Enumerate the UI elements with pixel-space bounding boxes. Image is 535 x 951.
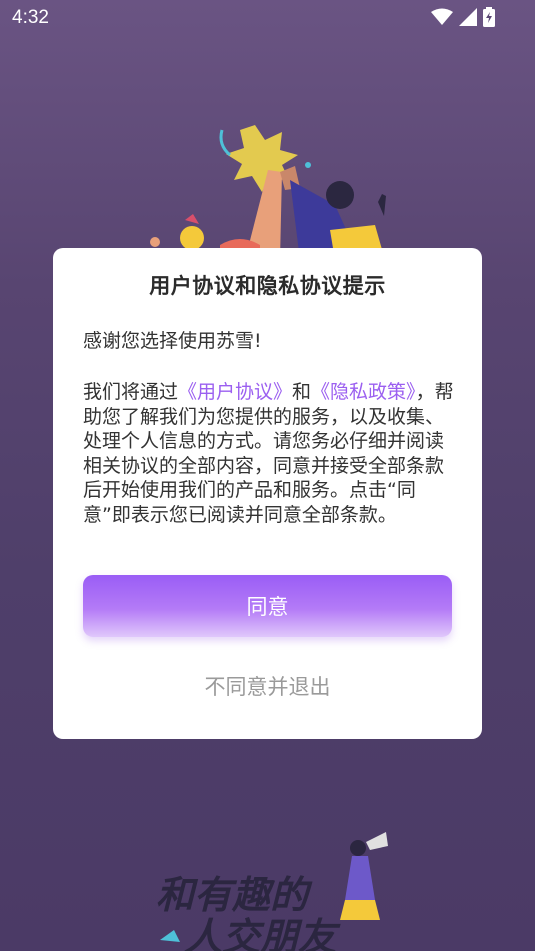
agree-button[interactable]: 同意 <box>83 575 452 637</box>
dialog-greeting: 感谢您选择使用苏雪! <box>83 330 262 352</box>
dialog-title: 用户协议和隐私协议提示 <box>149 274 386 298</box>
battery-charging-icon <box>483 7 495 27</box>
high-five-illustration <box>150 125 386 260</box>
privacy-policy-link[interactable]: 《隐私政策》 <box>311 381 416 403</box>
status-icons <box>431 7 495 27</box>
status-time: 4:32 <box>12 7 49 28</box>
disagree-exit-button[interactable]: 不同意并退出 <box>53 671 482 701</box>
body-and: 和 <box>292 381 312 403</box>
signal-icon <box>459 8 477 26</box>
privacy-agreement-dialog: 用户协议和隐私协议提示 感谢您选择使用苏雪! 我们将通过《用户协议》和《隐私政策… <box>53 248 482 739</box>
dialog-body: 我们将通过《用户协议》和《隐私政策》，帮助您了解我们为您提供的服务，以及收集、处… <box>83 380 455 527</box>
slogan-illustration: 和有趣的 人交朋友 <box>156 832 388 951</box>
body-prefix: 我们将通过 <box>83 381 179 403</box>
wifi-icon <box>431 8 453 25</box>
slogan-line-2: 人交朋友 <box>184 915 341 951</box>
slogan-line-1: 和有趣的 <box>156 873 313 917</box>
status-bar: 4:32 <box>0 0 535 36</box>
user-agreement-link[interactable]: 《用户协议》 <box>178 381 292 403</box>
